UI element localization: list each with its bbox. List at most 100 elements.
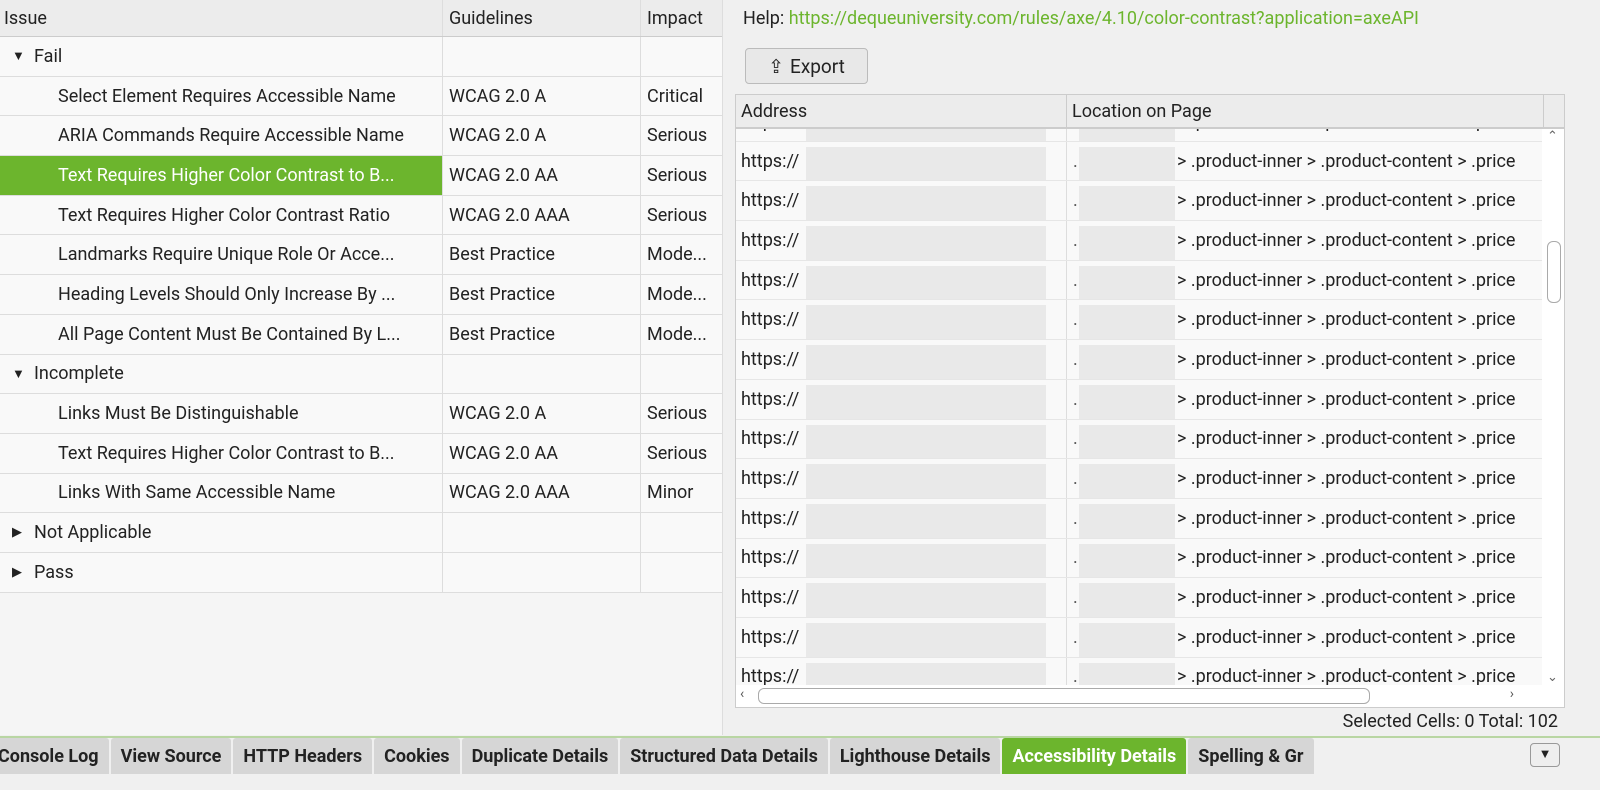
redacted-block <box>1079 543 1175 578</box>
help-link[interactable]: https://dequeuniversity.com/rules/axe/4.… <box>789 8 1419 29</box>
details-row[interactable]: https:// .> .product-inner > .product-con… <box>736 300 1544 341</box>
tree-group-row[interactable]: ▼ Fail <box>0 37 722 77</box>
vertical-scrollbar[interactable]: ⌃ ⌄ <box>1542 129 1564 687</box>
address-cell: https:// <box>736 379 1067 419</box>
guidelines-cell <box>443 552 641 592</box>
collapsed-triangle-icon[interactable]: ▶ <box>4 565 34 580</box>
tree-group-row[interactable]: ▶ Not Applicable <box>0 513 722 553</box>
location-cell: .> .product-inner > .product-content > .… <box>1067 300 1544 340</box>
tab-structured-data-details[interactable]: Structured Data Details <box>620 738 828 774</box>
issue-cell: Landmarks Require Unique Role Or Acce... <box>0 235 443 275</box>
address-cell: https:// <box>736 657 1067 687</box>
details-row[interactable]: https:// .> .product-inner > .product-con… <box>736 379 1544 420</box>
column-guidelines[interactable]: Guidelines <box>443 0 641 36</box>
impact-cell <box>641 37 722 76</box>
scroll-left-icon[interactable]: ‹ <box>740 686 744 702</box>
scroll-up-icon[interactable]: ⌃ <box>1547 129 1558 144</box>
details-row[interactable]: https:// .> .product-inner > .product-con… <box>736 221 1544 261</box>
issue-row[interactable]: Heading Levels Should Only Increase By .… <box>0 275 722 315</box>
issue-row[interactable]: Links Must Be Distinguishable WCAG 2.0 A S… <box>0 394 722 434</box>
details-row[interactable]: https:// .> .product-inner > .product-con… <box>736 617 1544 658</box>
issue-row[interactable]: Text Requires Higher Color Contrast to B… <box>0 433 722 474</box>
redacted-block <box>806 129 1046 141</box>
address-text: https:// <box>741 507 800 529</box>
export-icon: ⇪ <box>768 54 785 78</box>
column-location[interactable]: Location on Page <box>1067 95 1544 127</box>
details-row[interactable]: https:// .> .product-inner > .product-con… <box>736 498 1544 539</box>
expanded-triangle-icon[interactable]: ▼ <box>4 366 34 382</box>
redacted-block <box>1079 146 1175 181</box>
redacted-block <box>806 384 1046 419</box>
impact-cell: Serious <box>647 403 708 425</box>
tab-accessibility-details[interactable]: Accessibility Details <box>1002 738 1187 774</box>
tab-duplicate-details[interactable]: Duplicate Details <box>461 738 619 774</box>
export-button[interactable]: ⇪ Export <box>745 48 868 84</box>
guidelines-cell: WCAG 2.0 AA <box>443 433 641 473</box>
impact-cell: Serious <box>647 125 708 147</box>
expanded-triangle-icon[interactable]: ▼ <box>4 48 34 64</box>
address-cell: https:// <box>736 340 1067 379</box>
tab-list-dropdown[interactable]: ▼ <box>1530 743 1560 767</box>
issue-row[interactable]: All Page Content Must Be Contained By L.… <box>0 314 722 355</box>
details-row[interactable]: https:// .> .product-inner > .product-con… <box>736 578 1544 618</box>
location-text: > .product-inner > .product-content > .p… <box>1177 348 1516 370</box>
location-cell: .> .product-inner > .product-content > .… <box>1067 129 1544 141</box>
collapsed-triangle-icon[interactable]: ▶ <box>4 525 34 540</box>
issue-row[interactable]: Landmarks Require Unique Role Or Acce...… <box>0 235 722 276</box>
address-cell: https:// <box>736 221 1067 260</box>
tab-console-log[interactable]: Console Log <box>0 738 109 774</box>
tab-spelling-gr[interactable]: Spelling & Gr <box>1188 738 1314 774</box>
issue-row[interactable]: Links With Same Accessible Name WCAG 2.0 … <box>0 473 722 514</box>
details-row[interactable]: https:// .> .product-inner > .product-con… <box>736 459 1544 499</box>
details-row[interactable]: https:// .> .product-inner > .product-con… <box>736 657 1544 687</box>
issue-row[interactable]: Select Element Requires Accessible Name W… <box>0 76 722 117</box>
group-label: Pass <box>34 561 74 583</box>
redacted-block <box>1079 424 1175 459</box>
issue-cell: All Page Content Must Be Contained By L.… <box>0 314 443 354</box>
export-label: Export <box>790 54 845 78</box>
group-cell: ▼ Incomplete <box>0 354 443 394</box>
tab-lighthouse-details[interactable]: Lighthouse Details <box>829 738 1001 774</box>
column-address[interactable]: Address <box>736 95 1067 127</box>
impact-cell <box>641 513 722 552</box>
tab-view-source[interactable]: View Source <box>110 738 232 774</box>
tab-cookies[interactable]: Cookies <box>374 738 460 774</box>
redacted-block <box>1079 226 1175 260</box>
address-text: https:// <box>741 150 800 172</box>
horizontal-scrollbar[interactable]: ‹ › <box>736 685 1544 707</box>
selection-status: Selected Cells: 0 Total: 102 <box>1342 711 1558 732</box>
details-row[interactable]: https:// .> .product-inner > .product-con… <box>736 181 1544 222</box>
address-cell: https:// <box>736 578 1067 617</box>
tree-group-row[interactable]: ▼ Incomplete <box>0 354 722 395</box>
details-row[interactable]: https:// .> .product-inner > .product-con… <box>736 538 1544 579</box>
address-cell: https:// <box>736 459 1067 498</box>
issue-row[interactable]: Text Requires Higher Color Contrast Rati… <box>0 195 722 236</box>
address-text: https:// <box>741 129 799 132</box>
location-text: > .product-inner > .product-content > .p… <box>1177 428 1516 450</box>
column-impact[interactable]: Impact <box>641 0 722 36</box>
issues-tree-table: Issue Guidelines Impact ▼ Fail Select Elem… <box>0 0 723 735</box>
details-row[interactable]: https:// .> .product-inner > .product-con… <box>736 260 1544 301</box>
issue-row[interactable]: Text Requires Higher Color Contrast to B… <box>0 156 722 196</box>
address-text: https:// <box>741 468 800 490</box>
tree-group-row[interactable]: ▶ Pass <box>0 552 722 593</box>
details-row[interactable]: https:// .> .product-inner > .product-con… <box>736 129 1544 142</box>
tab-http-headers[interactable]: HTTP Headers <box>233 738 373 774</box>
details-row[interactable]: https:// .> .product-inner > .product-con… <box>736 141 1544 182</box>
redacted-block <box>1079 622 1175 657</box>
details-row[interactable]: https:// .> .product-inner > .product-con… <box>736 340 1544 380</box>
location-text: > .product-inner > .product-content > .p… <box>1177 388 1516 410</box>
redacted-block <box>806 622 1046 657</box>
group-label: Not Applicable <box>34 522 152 544</box>
scroll-right-icon[interactable]: › <box>1510 686 1514 702</box>
address-cell: https:// <box>736 617 1067 657</box>
issue-row[interactable]: ARIA Commands Require Accessible Name WCA… <box>0 116 722 157</box>
address-cell: https:// <box>736 419 1067 459</box>
issue-cell: Text Requires Higher Color Contrast to B… <box>0 433 443 473</box>
column-issue[interactable]: Issue <box>0 0 443 36</box>
location-cell: .> .product-inner > .product-content > .… <box>1067 618 1544 657</box>
scroll-down-icon[interactable]: ⌄ <box>1547 670 1558 685</box>
redacted-block <box>1079 662 1175 687</box>
details-row[interactable]: https:// .> .product-inner > .product-con… <box>736 419 1544 460</box>
address-cell: https:// <box>736 300 1067 340</box>
